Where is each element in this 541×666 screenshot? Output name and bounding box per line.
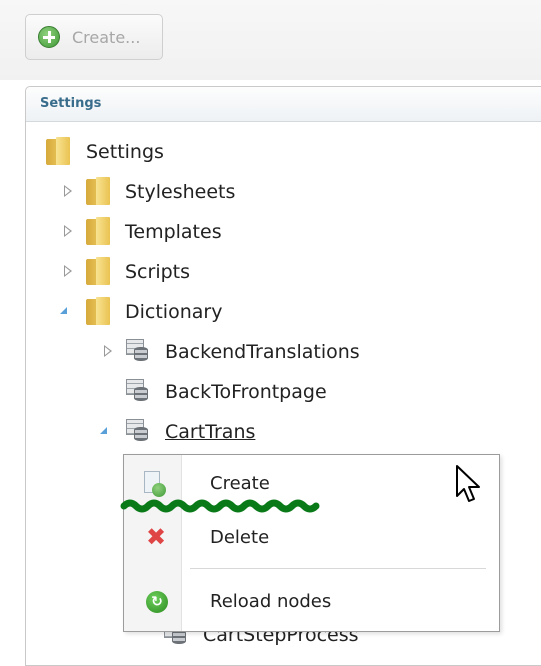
panel-title: Settings xyxy=(40,96,102,111)
folder-icon xyxy=(86,177,110,205)
create-document-icon xyxy=(144,471,166,499)
tree-node-settings[interactable]: Settings xyxy=(46,137,246,167)
expand-arrow-icon[interactable] xyxy=(64,185,72,197)
menu-item-label: Reload nodes xyxy=(210,591,332,612)
dictionary-icon xyxy=(126,419,150,443)
tree-node-label: BackendTranslations xyxy=(165,341,360,363)
collapse-arrow-icon[interactable] xyxy=(60,307,67,314)
menu-divider xyxy=(190,568,486,569)
menu-item-label: Create xyxy=(210,473,270,494)
add-icon xyxy=(38,26,60,48)
dictionary-icon xyxy=(126,379,150,403)
tree-node-label: Dictionary xyxy=(125,301,223,323)
toolbar: Create... xyxy=(0,0,541,80)
menu-item-reload-nodes[interactable]: ↻ Reload nodes xyxy=(124,583,499,623)
panel-header: Settings xyxy=(26,87,541,122)
dictionary-icon xyxy=(126,339,150,363)
expand-arrow-icon[interactable] xyxy=(64,265,72,277)
folder-icon xyxy=(86,297,110,325)
tree-node-label: Templates xyxy=(125,221,222,243)
reload-icon: ↻ xyxy=(146,591,168,613)
tree-node-carttrans[interactable]: CartTrans xyxy=(98,417,338,447)
tree-node-label: Scripts xyxy=(125,261,191,283)
menu-item-label: Delete xyxy=(210,527,270,548)
collapse-arrow-icon[interactable] xyxy=(100,427,107,434)
folder-icon xyxy=(86,217,110,245)
tree-node-dictionary[interactable]: Dictionary xyxy=(58,297,298,327)
create-button-label: Create... xyxy=(72,28,141,47)
context-menu: Create ✖ Delete ↻ Reload nodes xyxy=(123,454,500,632)
expand-arrow-icon[interactable] xyxy=(104,345,112,357)
tree-node-stylesheets[interactable]: Stylesheets xyxy=(62,177,302,207)
create-button[interactable]: Create... xyxy=(25,14,163,60)
tree-node-backendtranslations[interactable]: BackendTranslations xyxy=(102,337,422,367)
tree-node-label: Settings xyxy=(86,141,164,163)
tree-node-label: BackToFrontpage xyxy=(165,381,327,403)
expand-arrow-icon[interactable] xyxy=(64,225,72,237)
folder-icon xyxy=(86,257,110,285)
menu-item-delete[interactable]: ✖ Delete xyxy=(124,519,499,559)
annotation-squiggle xyxy=(120,499,320,513)
tree-node-backtofrontpage[interactable]: BackToFrontpage xyxy=(102,377,422,407)
tree-node-templates[interactable]: Templates xyxy=(62,217,302,247)
folder-icon xyxy=(46,137,70,165)
mouse-cursor-icon xyxy=(456,465,480,502)
delete-icon: ✖ xyxy=(145,523,167,551)
tree-node-label: Stylesheets xyxy=(125,181,236,203)
tree-node-scripts[interactable]: Scripts xyxy=(62,257,302,287)
tree-node-label: CartTrans xyxy=(165,421,256,443)
